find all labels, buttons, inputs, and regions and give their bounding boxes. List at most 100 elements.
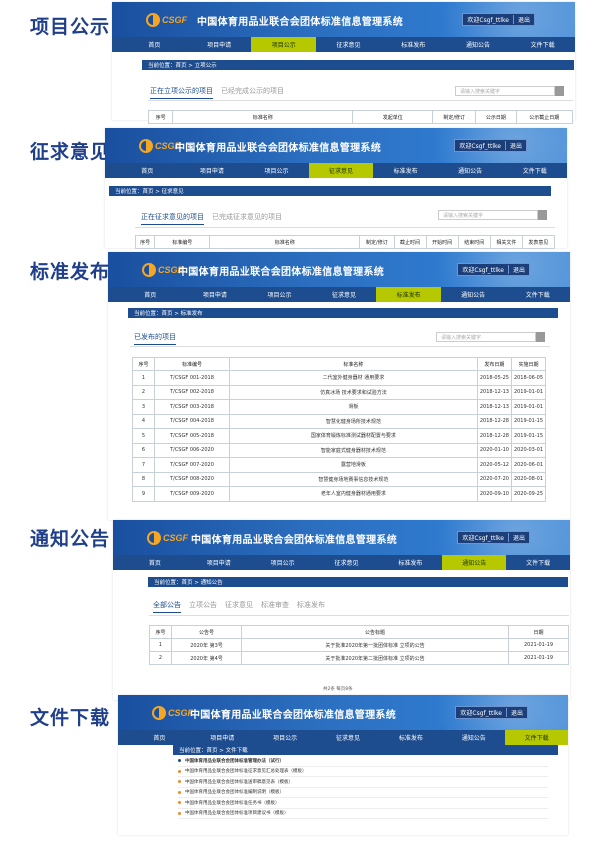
tab-finished[interactable]: 已经完成公示的项目 xyxy=(221,86,284,99)
site-title: 中国体育用品业联合会团体标准信息管理系统 xyxy=(190,710,396,721)
user-welcome[interactable]: 欢迎Csgf_ttlke xyxy=(458,265,508,274)
table-cell: 2019-01-01 xyxy=(510,399,547,415)
file-item[interactable]: 中国体育用品业联合会团体标准项目建议书（模板） xyxy=(178,809,548,819)
nav-download[interactable]: 文件下载 xyxy=(506,555,570,570)
table-cell: 智慧化健身场所技术规范 xyxy=(229,413,478,429)
site-logo[interactable]: CSGF xyxy=(152,704,193,722)
nav-home[interactable]: 首页 xyxy=(118,287,183,302)
nav-opinion[interactable]: 征求意见 xyxy=(308,163,374,178)
tab-current[interactable]: 正在立项公示的项目 xyxy=(150,86,213,99)
nav-home[interactable]: 首页 xyxy=(122,37,187,52)
search-input[interactable]: 请输入搜索关键字 xyxy=(455,86,555,96)
search-icon[interactable] xyxy=(538,210,547,220)
table-row[interactable]: 5 T/CSGF 005-2018 国家体育锻炼标准测试器材配置与要求 2018-12… xyxy=(132,428,547,444)
nav-opinion[interactable]: 征求意见 xyxy=(317,730,380,745)
nav-publicity[interactable]: 项目公示 xyxy=(244,163,309,178)
nav-opinion[interactable]: 征求意见 xyxy=(316,37,381,52)
table-cell: 2020-05-12 xyxy=(476,457,512,473)
logout-link[interactable]: 退出 xyxy=(509,533,529,542)
nav-notice[interactable]: 通知公告 xyxy=(442,555,507,570)
nav-home[interactable]: 首页 xyxy=(115,163,180,178)
table-cell: 关于批准2020年第一批团体标准 立项的公告 xyxy=(241,638,509,652)
nav-download[interactable]: 文件下载 xyxy=(505,287,570,302)
tab-finished[interactable]: 已完成征求意见的项目 xyxy=(212,212,282,225)
nav-publicity[interactable]: 项目公示 xyxy=(247,287,312,302)
nav-notice[interactable]: 通知公告 xyxy=(442,730,505,745)
file-item[interactable]: 中国体育用品业联合会团体标准管理办法（试行） xyxy=(178,756,548,767)
search-input[interactable]: 请输入搜索关键字 xyxy=(436,332,536,342)
tab-approval[interactable]: 立项公告 xyxy=(189,600,217,613)
table-cell: 4 xyxy=(132,413,155,429)
logout-link[interactable]: 退出 xyxy=(506,141,526,150)
screenshot-standard-release: CSGF 中国体育用品业联合会团体标准信息管理系统 欢迎Csgf_ttlke 退出… xyxy=(108,252,570,520)
tab-opinion[interactable]: 征求意见 xyxy=(225,600,253,613)
nav-apply[interactable]: 项目申请 xyxy=(187,555,251,570)
tab-bar: 正在立项公示的项目 已经完成公示的项目 xyxy=(150,86,284,99)
nav-release[interactable]: 标准发布 xyxy=(376,287,441,302)
table-cell: T/CSGF 003-2018 xyxy=(154,399,230,415)
logout-link[interactable]: 退出 xyxy=(509,265,529,274)
search-input[interactable]: 请输入搜索关键字 xyxy=(438,210,538,220)
nav-home[interactable]: 首页 xyxy=(128,730,191,745)
nav-publicity[interactable]: 项目公示 xyxy=(254,730,317,745)
table-row[interactable]: 2 2020年 第4号 关于批准2020年第二批团体标准 立项的公告 2021-01-… xyxy=(149,651,569,665)
nav-download[interactable]: 文件下载 xyxy=(502,163,567,178)
nav-publicity[interactable]: 项目公示 xyxy=(251,555,315,570)
site-logo[interactable]: CSGF xyxy=(142,261,183,279)
logout-link[interactable]: 退出 xyxy=(514,15,534,24)
table-cell: 2019-01-01 xyxy=(510,384,547,400)
table-row[interactable]: 6 T/CSGF 006-2020 智能家庭式健身器材技术规范 2020-01-10 2… xyxy=(132,442,547,458)
nav-opinion[interactable]: 征求意见 xyxy=(315,555,379,570)
tab-bar: 全部公告 立项公告 征求意见 标准审查 标准发布 xyxy=(153,600,325,613)
search-icon[interactable] xyxy=(536,332,545,342)
tab-published[interactable]: 已发布的项目 xyxy=(134,332,176,345)
tab-current[interactable]: 正在征求意见的项目 xyxy=(141,212,204,225)
user-welcome[interactable]: 欢迎Csgf_ttlke xyxy=(463,15,513,24)
site-logo[interactable]: CSGF xyxy=(147,529,188,547)
table-row[interactable]: 1 2020年 第3号 关于批准2020年第一批团体标准 立项的公告 2021-01-… xyxy=(149,638,569,652)
screenshot-notice: CSGF 中国体育用品业联合会团体标准信息管理系统 欢迎Csgf_ttlke 退出… xyxy=(113,520,570,700)
file-item[interactable]: 中国体育用品业联合会团体标准征求意见汇总处理表（模板） xyxy=(178,767,548,777)
table-row[interactable]: 7 T/CSGF 007-2020 露营地滑板 2020-05-12 2020-06-0… xyxy=(132,457,547,473)
search-icon[interactable] xyxy=(555,86,564,96)
table-cell: 2020年 第3号 xyxy=(171,638,242,652)
breadcrumb: 当前位置：首页 > 文件下载 xyxy=(173,745,558,755)
nav-notice[interactable]: 通知公告 xyxy=(441,287,506,302)
table-row[interactable]: 3 T/CSGF 003-2018 滑板 2018-12-13 2019-01-01 xyxy=(132,399,547,415)
nav-release[interactable]: 标准发布 xyxy=(373,163,438,178)
table-cell: T/CSGF 005-2018 xyxy=(154,428,230,444)
nav-opinion[interactable]: 征求意见 xyxy=(312,287,377,302)
site-logo[interactable]: CSGF xyxy=(146,11,187,29)
nav-release[interactable]: 标准发布 xyxy=(381,37,446,52)
nav-apply[interactable]: 项目申请 xyxy=(187,37,252,52)
logout-link[interactable]: 退出 xyxy=(507,708,527,717)
nav-apply[interactable]: 项目申请 xyxy=(191,730,254,745)
nav-notice[interactable]: 通知公告 xyxy=(438,163,503,178)
nav-notice[interactable]: 通知公告 xyxy=(446,37,511,52)
nav-apply[interactable]: 项目申请 xyxy=(183,287,248,302)
nav-publicity[interactable]: 项目公示 xyxy=(251,37,317,52)
nav-apply[interactable]: 项目申请 xyxy=(180,163,245,178)
user-welcome[interactable]: 欢迎Csgf_ttlke xyxy=(456,708,506,717)
file-item[interactable]: 中国体育用品业联合会团体标准编制说明（模板） xyxy=(178,788,548,798)
nav-download[interactable]: 文件下载 xyxy=(510,37,575,52)
table-row[interactable]: 8 T/CSGF 008-2020 智慧健身场地赛事信息技术规范 2020-07-20… xyxy=(132,471,547,487)
site-logo[interactable]: CSGF xyxy=(139,137,180,155)
tab-release[interactable]: 标准发布 xyxy=(297,600,325,613)
file-item[interactable]: 中国体育用品业联合会团体标准送审稿意见表（模板） xyxy=(178,777,548,788)
tab-review[interactable]: 标准审查 xyxy=(261,600,289,613)
table-cell: 国家体育锻炼标准测试器材配置与要求 xyxy=(229,428,478,444)
nav-home[interactable]: 首页 xyxy=(123,555,187,570)
user-welcome[interactable]: 欢迎Csgf_ttlke xyxy=(455,141,505,150)
nav-release[interactable]: 标准发布 xyxy=(378,555,442,570)
table-row[interactable]: 1 T/CSGF 001-2018 二代室外健身器材 通用要求 2018-05-25 2… xyxy=(132,370,547,386)
file-item[interactable]: 中国体育用品业联合会团体标准任务书（模板） xyxy=(178,798,548,809)
table-row[interactable]: 2 T/CSGF 002-2018 仿真冰场 技术要求和试验方法 2018-12-13… xyxy=(132,384,547,400)
table-row[interactable]: 4 T/CSGF 004-2018 智慧化健身场所技术规范 2018-12-28 201… xyxy=(132,413,547,429)
table-cell: 2018-12-13 xyxy=(476,399,512,415)
nav-download[interactable]: 文件下载 xyxy=(505,730,569,745)
table-row[interactable]: 9 T/CSGF 009-2020 老年人室内健身器材通用要求 2020-09-10 2… xyxy=(132,486,547,502)
user-welcome[interactable]: 欢迎Csgf_ttlke xyxy=(458,533,508,542)
nav-release[interactable]: 标准发布 xyxy=(379,730,442,745)
tab-all[interactable]: 全部公告 xyxy=(153,600,181,613)
